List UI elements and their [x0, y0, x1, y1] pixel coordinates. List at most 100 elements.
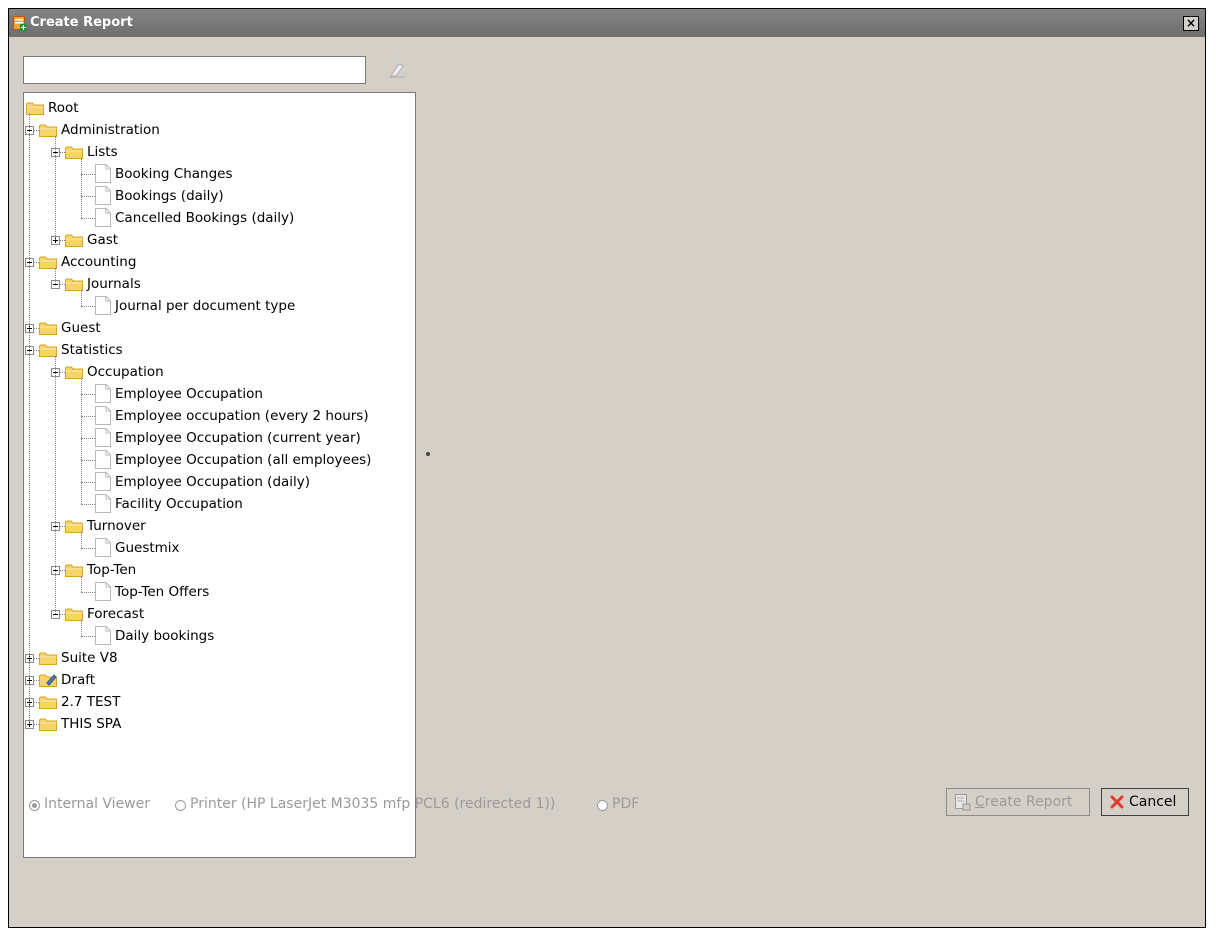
pdf-radio[interactable] — [597, 800, 608, 811]
tree-node-draft[interactable]: Draft — [24, 669, 414, 691]
tree-node-label: Employee Occupation (current year) — [115, 430, 361, 446]
tree-node-forecast[interactable]: Forecast — [24, 603, 414, 625]
tree-connector — [81, 636, 95, 637]
tree-connector — [81, 482, 95, 483]
tree-node-label: Gast — [87, 232, 119, 248]
tree-node-facility-occupation[interactable]: Facility Occupation — [24, 493, 414, 515]
tree-node-label: Journals — [87, 276, 141, 292]
tree-node-label: Booking Changes — [115, 166, 233, 182]
report-document-icon — [95, 472, 111, 491]
tree-guide-line — [81, 290, 82, 306]
tree-node-accounting[interactable]: Accounting — [24, 251, 414, 273]
cancel-button[interactable]: Cancel — [1101, 788, 1189, 816]
tree-node-statistics[interactable]: Statistics — [24, 339, 414, 361]
tree-guide-line — [81, 158, 82, 218]
title-bar[interactable]: Create Report × — [9, 9, 1205, 37]
tree-node-cancelled-bookings[interactable]: Cancelled Bookings (daily) — [24, 207, 414, 229]
tree-node-guestmix[interactable]: Guestmix — [24, 537, 414, 559]
tree-node-employee-occupation-year[interactable]: Employee Occupation (current year) — [24, 427, 414, 449]
tree-guide-line — [81, 378, 82, 504]
tree-node-this-spa[interactable]: THIS SPA — [24, 713, 414, 735]
tree-node-lists[interactable]: Lists — [24, 141, 414, 163]
tree-guide-line — [81, 532, 82, 548]
tree-node-label: Employee occupation (every 2 hours) — [115, 408, 369, 424]
search-input[interactable] — [23, 56, 366, 84]
tree-guide-line — [81, 576, 82, 592]
close-button[interactable]: × — [1183, 16, 1199, 31]
window-title: Create Report — [30, 15, 133, 30]
tree-node-label: Journal per document type — [115, 298, 296, 314]
report-document-icon — [95, 538, 111, 557]
splitter-handle[interactable] — [426, 452, 430, 456]
tree-node-label: Guest — [61, 320, 101, 336]
tree-connector — [81, 218, 95, 219]
tree-node-administration[interactable]: Administration — [24, 119, 414, 141]
draft-folder-icon — [39, 674, 57, 687]
tree-connector — [81, 416, 95, 417]
tree-node-label: Cancelled Bookings (daily) — [115, 210, 295, 226]
tree-node-label: Bookings (daily) — [115, 188, 224, 204]
report-document-icon — [95, 406, 111, 425]
folder-icon — [39, 652, 57, 665]
internal-viewer-label[interactable]: Internal Viewer — [44, 796, 150, 812]
tree-node-occupation[interactable]: Occupation — [24, 361, 414, 383]
report-document-icon — [95, 428, 111, 447]
report-document-icon — [95, 450, 111, 469]
printer-label[interactable]: Printer (HP LaserJet M3035 mfp PCL6 (red… — [190, 796, 555, 812]
create-mnemonic: C — [975, 794, 985, 810]
internal-viewer-radio[interactable] — [29, 800, 40, 811]
tree-node-label: Draft — [61, 672, 96, 688]
tree-node-top-ten[interactable]: Top-Ten — [24, 559, 414, 581]
report-document-icon — [95, 626, 111, 645]
tree-node-employee-occupation-all[interactable]: Employee Occupation (all employees) — [24, 449, 414, 471]
tree-connector — [81, 174, 95, 175]
create-label: reate Report — [984, 794, 1073, 810]
tree-node-booking-changes[interactable]: Booking Changes — [24, 163, 414, 185]
folder-icon — [39, 718, 57, 731]
report-document-icon — [95, 494, 111, 513]
tree-node-label: Occupation — [87, 364, 164, 380]
tree-connector — [81, 548, 95, 549]
report-document-icon — [95, 164, 111, 183]
tree-node-top-ten-offers[interactable]: Top-Ten Offers — [24, 581, 414, 603]
folder-icon — [65, 234, 83, 247]
report-document-icon — [95, 384, 111, 403]
tree-guide-line — [29, 114, 30, 724]
tree-node-journals[interactable]: Journals — [24, 273, 414, 295]
tree-node-guest[interactable]: Guest — [24, 317, 414, 339]
tree-node-employee-occupation-daily[interactable]: Employee Occupation (daily) — [24, 471, 414, 493]
tree-node-label: Statistics — [61, 342, 123, 358]
tree-node-label: Turnover — [87, 518, 146, 534]
tree-node-label: Suite V8 — [61, 650, 118, 666]
tree-node-journal-per-document-type[interactable]: Journal per document type — [24, 295, 414, 317]
tree-node-bookings-daily[interactable]: Bookings (daily) — [24, 185, 414, 207]
tree-node-label: Forecast — [87, 606, 145, 622]
tree-guide-line — [55, 268, 56, 284]
tree-node-label: Lists — [87, 144, 118, 160]
tree-node-suite-v8[interactable]: Suite V8 — [24, 647, 414, 669]
tree-node-employee-occupation-2h[interactable]: Employee occupation (every 2 hours) — [24, 405, 414, 427]
create-report-button[interactable]: Create Report — [946, 788, 1090, 816]
cancel-label: Cancel — [1129, 794, 1177, 810]
tree-connector — [81, 504, 95, 505]
tree-node-label: 2.7 TEST — [61, 694, 121, 710]
tree-node-turnover[interactable]: Turnover — [24, 515, 414, 537]
tree-node-label: Root — [48, 100, 79, 116]
tree-node-2-7-test[interactable]: 2.7 TEST — [24, 691, 414, 713]
tree-guide-line — [55, 136, 56, 240]
tree-node-label: Employee Occupation — [115, 386, 263, 402]
create-report-dialog: Create Report × Root Administration Lists B… — [8, 8, 1206, 928]
tree-node-gast[interactable]: Gast — [24, 229, 414, 251]
tree-node-employee-occupation[interactable]: Employee Occupation — [24, 383, 414, 405]
tree-connector — [81, 196, 95, 197]
tree-connector — [81, 592, 95, 593]
tree-guide-line — [81, 620, 82, 636]
tree-node-root[interactable]: Root — [24, 97, 414, 119]
report-tree[interactable]: Root Administration Lists Booking Changes Bo… — [23, 92, 416, 858]
tree-node-label: Employee Occupation (all employees) — [115, 452, 372, 468]
eraser-icon[interactable] — [387, 61, 407, 79]
tree-node-daily-bookings[interactable]: Daily bookings — [24, 625, 414, 647]
tree-node-label: Employee Occupation (daily) — [115, 474, 311, 490]
pdf-label[interactable]: PDF — [612, 796, 639, 812]
printer-radio[interactable] — [175, 800, 186, 811]
